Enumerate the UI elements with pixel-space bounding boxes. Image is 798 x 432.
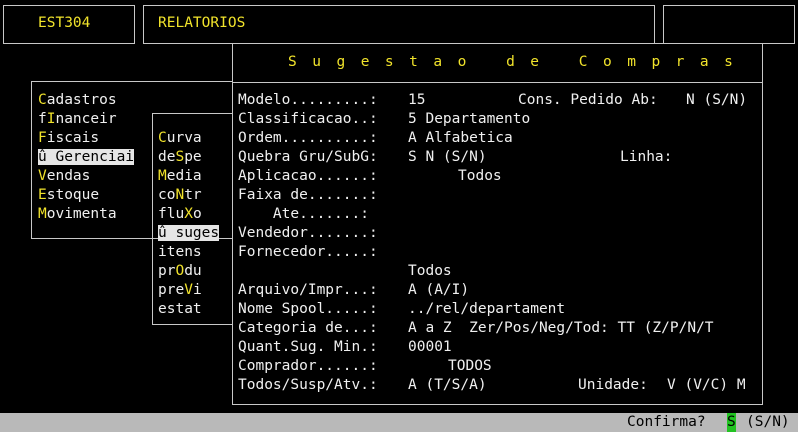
dialog-title-separator bbox=[233, 82, 762, 83]
sub-menu-item-hotkey: N bbox=[175, 187, 185, 203]
classificacao-label: Classificacao..: bbox=[238, 111, 378, 127]
main-menu-item-label: f bbox=[38, 111, 47, 127]
todos-susp-value[interactable]: A (T/S/A) bbox=[408, 376, 487, 395]
main-menu-item-label: û Gerenciai bbox=[38, 149, 135, 165]
aplicacao-label: Aplicacao......: bbox=[238, 168, 378, 184]
modelo-value[interactable]: 15 bbox=[408, 91, 425, 110]
categoria-label: Categoria de...: bbox=[238, 320, 378, 336]
sub-menu-item[interactable]: Media bbox=[158, 167, 202, 186]
quant-sug-value[interactable]: 00001 bbox=[408, 338, 452, 357]
vendedor-label: Vendedor.......: bbox=[238, 225, 378, 241]
quebra-value[interactable]: S N (S/N) bbox=[408, 148, 487, 167]
sub-menu-item-label: edia bbox=[166, 168, 202, 184]
main-menu-item-label: adastros bbox=[46, 92, 117, 108]
fornecedor-label: Fornecedor.....: bbox=[238, 244, 378, 260]
module-code: EST304 bbox=[38, 15, 91, 31]
unidade-value[interactable]: V (V/C) M bbox=[667, 376, 746, 395]
sub-menu-item-hotkey: O bbox=[175, 263, 185, 279]
status-bar: Confirma? S (S/N) bbox=[0, 413, 798, 432]
sub-menu-item-label: estat bbox=[158, 301, 202, 317]
sub-menu-item-label: pe bbox=[184, 149, 202, 165]
main-menu-item[interactable]: Movimenta bbox=[38, 205, 117, 224]
main-menu-item[interactable]: fInanceir bbox=[38, 110, 117, 129]
main-menu-item-hotkey: V bbox=[38, 168, 47, 184]
sub-menu-item[interactable]: prOdu bbox=[158, 262, 202, 281]
categoria-value[interactable]: A a Z Zer/Pos/Neg/Tod: TT (Z/P/N/T bbox=[408, 319, 714, 338]
sub-menu-item[interactable]: fluXo bbox=[158, 205, 202, 224]
nome-spool-label: Nome Spool.....: bbox=[238, 301, 378, 317]
arquivo-label: Arquivo/Impr...: bbox=[238, 282, 378, 298]
sub-menu-item-label: co bbox=[158, 187, 176, 203]
sub-menu-item-hotkey: V bbox=[184, 282, 193, 298]
sub-menu-item-label: du bbox=[184, 263, 202, 279]
main-menu-item-label: iscais bbox=[46, 130, 100, 146]
nome-spool-value[interactable]: ../rel/departament bbox=[408, 300, 565, 319]
main-menu-item-hotkey: E bbox=[38, 187, 47, 203]
ordem-value[interactable]: A Alfabetica bbox=[408, 129, 513, 148]
main-menu-item[interactable]: Vendas bbox=[38, 167, 90, 186]
dialog-title: Sugestao de Compras bbox=[288, 54, 749, 70]
comprador-value[interactable]: TODOS bbox=[448, 357, 492, 376]
quebra-label: Quebra Gru/SubG: bbox=[238, 149, 378, 165]
sub-menu-item[interactable]: coNtr bbox=[158, 186, 202, 205]
cons-pedido-value[interactable]: N (S/N) bbox=[686, 91, 747, 110]
main-menu-item-label: stoque bbox=[46, 187, 100, 203]
sub-menu-item-label: tr bbox=[184, 187, 202, 203]
sub-menu-item-label: flu bbox=[158, 206, 185, 222]
faixa-de-label: Faixa de.......: bbox=[238, 187, 378, 203]
main-menu-item-hotkey: C bbox=[38, 92, 47, 108]
aplicacao-value[interactable]: Todos bbox=[458, 167, 502, 186]
sub-menu-item[interactable]: Curva bbox=[158, 129, 202, 148]
confirm-prompt: Confirma? bbox=[627, 414, 706, 430]
sub-menu-item-label: o bbox=[192, 206, 202, 222]
sub-menu-item[interactable]: û suges bbox=[158, 224, 220, 243]
main-menu-item-label: ovimenta bbox=[46, 206, 117, 222]
fornecedor-value[interactable]: Todos bbox=[408, 262, 452, 281]
sub-menu-item[interactable]: estat bbox=[158, 300, 202, 319]
confirm-answer-input[interactable]: S bbox=[727, 413, 736, 432]
main-menu-item-label: endas bbox=[46, 168, 91, 184]
sub-menu-item-hotkey: C bbox=[158, 130, 167, 146]
sub-menu-item-label: pre bbox=[158, 282, 185, 298]
main-menu-item[interactable]: Cadastros bbox=[38, 91, 117, 110]
sub-menu-item-label: urva bbox=[166, 130, 202, 146]
header-right-box bbox=[663, 5, 795, 44]
sub-menu-item-label: itens bbox=[158, 244, 202, 260]
ate-label: Ate.......: bbox=[238, 206, 369, 222]
comprador-label: Comprador......: bbox=[238, 358, 378, 374]
sub-menu-item[interactable]: deSpe bbox=[158, 148, 202, 167]
sub-menu-item-label: pr bbox=[158, 263, 176, 279]
main-menu-item-label: nanceir bbox=[55, 111, 117, 127]
linha-label: Linha: bbox=[620, 149, 673, 165]
main-menu-item[interactable]: û Gerenciai bbox=[38, 148, 135, 167]
sub-menu-item-label: i bbox=[192, 282, 202, 298]
quant-sug-label: Quant.Sug. Min.: bbox=[238, 339, 378, 355]
sub-menu-item-hotkey: X bbox=[184, 206, 193, 222]
sub-menu-item[interactable]: itens bbox=[158, 243, 202, 262]
todos-susp-label: Todos/Susp/Atv.: bbox=[238, 377, 378, 393]
main-menu-item-hotkey: M bbox=[38, 206, 47, 222]
confirm-options: (S/N) bbox=[746, 414, 790, 430]
sub-menu-item[interactable]: preVi bbox=[158, 281, 202, 300]
unidade-label: Unidade: bbox=[578, 377, 648, 393]
sub-menu-item-hotkey: S bbox=[175, 149, 185, 165]
section-title: RELATORIOS bbox=[158, 15, 246, 31]
sub-menu-item-label: û suges bbox=[158, 225, 220, 241]
main-menu-item[interactable]: Fiscais bbox=[38, 129, 99, 148]
arquivo-value[interactable]: A (A/I) bbox=[408, 281, 469, 300]
sub-menu-item-label: de bbox=[158, 149, 176, 165]
main-menu-item-hotkey: F bbox=[38, 130, 47, 146]
modelo-label: Modelo.........: bbox=[238, 92, 378, 108]
sub-menu-item-hotkey: M bbox=[158, 168, 167, 184]
main-menu-item[interactable]: Estoque bbox=[38, 186, 99, 205]
classificacao-value[interactable]: 5 Departamento bbox=[408, 110, 530, 129]
cons-pedido-label: Cons. Pedido Ab: bbox=[518, 92, 658, 108]
ordem-label: Ordem..........: bbox=[238, 130, 378, 146]
